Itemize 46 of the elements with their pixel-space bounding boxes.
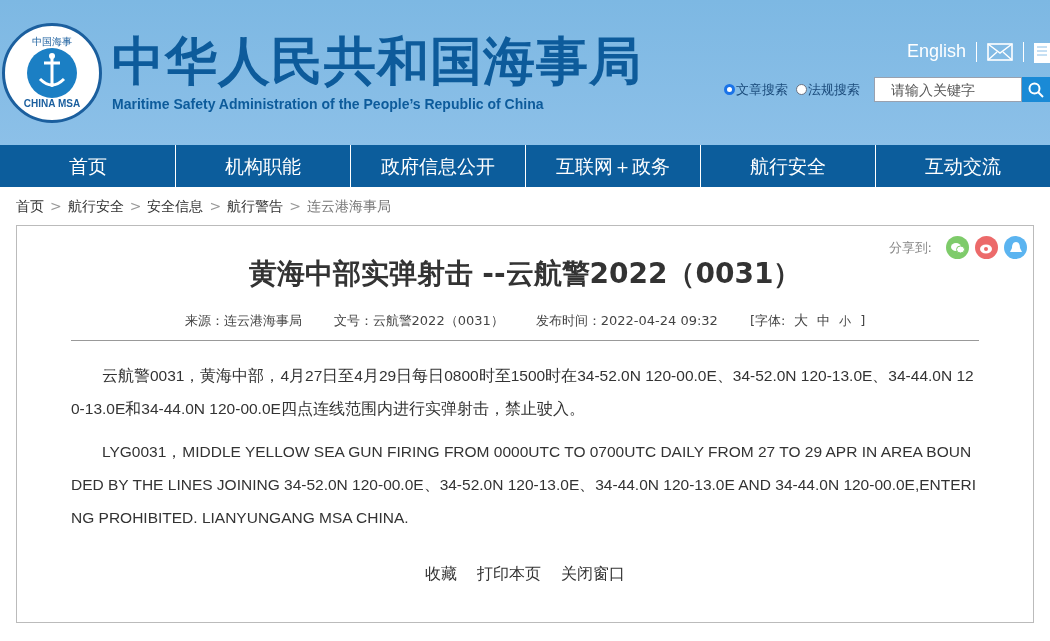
nav-item[interactable]: 首页	[0, 145, 175, 187]
search-icon	[1028, 81, 1044, 98]
font-size-label: [字体:	[749, 311, 786, 330]
search-scope-radio[interactable]: 法规搜索	[796, 79, 860, 100]
article-action-link[interactable]: 收藏	[425, 562, 457, 586]
breadcrumb-link[interactable]: 安全信息	[147, 195, 204, 217]
logo-top-text: 中国海事	[32, 36, 72, 47]
nav-item[interactable]: 航行安全	[700, 145, 875, 187]
font-size-bracket: ]	[860, 311, 866, 330]
nav-item[interactable]: 机构职能	[175, 145, 350, 187]
wechat-share-button[interactable]	[946, 236, 969, 259]
breadcrumb-link[interactable]: 航行警告	[227, 195, 284, 217]
article-action-link[interactable]: 关闭窗口	[561, 562, 625, 586]
breadcrumb-link[interactable]: 航行安全	[67, 195, 124, 217]
bell-shape-icon	[1009, 240, 1022, 255]
weibo-share-button[interactable]	[975, 236, 998, 259]
article-meta: 发布时间：2022-04-24 09:32	[535, 311, 718, 330]
article-paragraph: 云航警0031，黄海中部，4月27日至4月29日每日0800时至1500时在34-52.0N 120-00.0E、34-52.0N 120-13.0E、34-44.0N 120-13.0E和34-44.0N 120-00.0E四点连线范围内进行实弹射击，禁止驶入。	[71, 366, 975, 419]
site-title: 中华人民共和国海事局	[112, 30, 642, 92]
article-meta: 来源：连云港海事局	[184, 311, 302, 330]
breadcrumb-separator: >	[129, 196, 142, 216]
qq-share-button[interactable]	[1004, 236, 1027, 259]
font-size-option[interactable]: 大	[794, 310, 809, 331]
chat-bubbles-icon	[950, 241, 965, 254]
breadcrumb-link[interactable]: 连云港海事局	[306, 195, 391, 217]
font-size-option[interactable]: 小	[839, 311, 852, 330]
article-title: 黄海中部实弹射击 --云航警2022（0031）	[248, 256, 802, 292]
breadcrumb-separator: >	[289, 196, 301, 216]
share-label: 分享到:	[888, 238, 932, 257]
site-subtitle: Maritime Safety Administration of the People’s Republic of China	[112, 95, 545, 114]
search-button[interactable]	[1022, 77, 1050, 102]
article-action-link[interactable]: 打印本页	[477, 562, 541, 586]
nav-item[interactable]: 互动交流	[875, 145, 1050, 187]
nav-item[interactable]: 互联网＋政务	[525, 145, 700, 187]
article-paragraph: LYG0031，MIDDLE YELLOW SEA GUN FIRING FROM 0000UTC TO 0700UTC DAILY FROM 27 TO 29 APR IN AREA BOUNDED BY THE LINES JOINING 34-52.0N 120-00.0E、34-52.0N 120-13.0E、34-44.0N 120-13.0E AND 34-44.0N 120-00.0E,ENTERING PROHIBITED. LIANYUNGANG MSA CHINA.	[71, 442, 978, 528]
breadcrumb-separator: >	[209, 196, 222, 216]
mail-icon[interactable]	[987, 42, 1013, 61]
font-size-option[interactable]: 中	[817, 310, 831, 331]
breadcrumb-separator: >	[50, 196, 62, 216]
logo-bottom-text: CHINA MSA	[23, 98, 81, 109]
article-meta: 文号：云航警2022（0031）	[333, 311, 504, 330]
search-field[interactable]: 请输入关键字	[874, 77, 1022, 102]
search-scope-radio[interactable]: 文章搜索	[724, 79, 788, 100]
nav-item[interactable]: 政府信息公开	[350, 145, 525, 187]
anchor-icon	[24, 46, 80, 99]
breadcrumb-link[interactable]: 首页	[16, 195, 44, 217]
